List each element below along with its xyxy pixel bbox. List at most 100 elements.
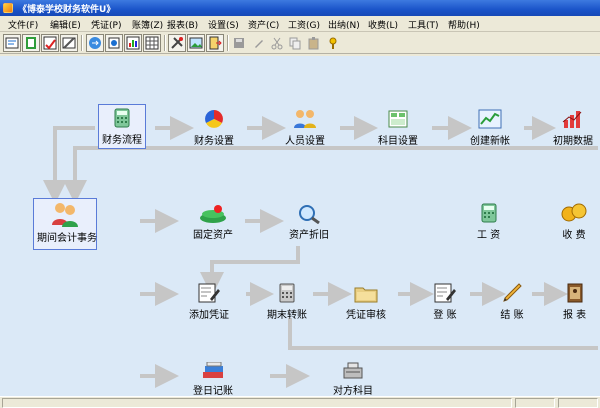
coins-icon	[561, 203, 587, 222]
audit-icon	[43, 36, 57, 50]
flow-node-finance-settings[interactable]: 财务设置	[194, 108, 234, 147]
flow-node-counter-account[interactable]: 对方科目	[333, 362, 373, 396]
flow-node-label: 登 账	[433, 310, 457, 321]
status-panel	[515, 398, 555, 408]
flow-node-label: 对方科目	[333, 386, 373, 396]
report-icon	[126, 36, 140, 50]
flow-node-label: 人员设置	[285, 136, 325, 147]
menu-bar: 文件(F) 编辑(E) 凭证(P) 账簿(Z) 报表(B) 设置(S) 资产(C…	[0, 16, 600, 32]
voucher-icon	[5, 37, 19, 49]
toolbar-voucher-button[interactable]	[3, 34, 21, 52]
flow-node-label: 凭证审核	[346, 310, 386, 321]
menu-ledger[interactable]: 账簿(Z)	[132, 18, 163, 31]
flow-node-finance-process[interactable]: 财务流程	[98, 104, 146, 149]
menu-tools[interactable]: 工具(T)	[408, 18, 439, 31]
menu-report[interactable]: 报表(B)	[167, 18, 198, 31]
flow-node-label: 财务流程	[102, 135, 142, 146]
menu-edit[interactable]: 编辑(E)	[50, 18, 81, 31]
toolbar-image-button[interactable]	[187, 34, 205, 52]
people-icon	[294, 110, 316, 128]
register-icon	[343, 362, 363, 379]
flow-node-period-accounting[interactable]: 期间会计事务	[33, 198, 97, 250]
line-chart-icon	[478, 109, 502, 129]
toolbar-cashbook-button[interactable]	[105, 34, 123, 52]
cash-stack-icon	[200, 205, 226, 223]
menu-help[interactable]: 帮助(H)	[448, 18, 480, 31]
status-panel	[558, 398, 598, 408]
toolbar-ledger-button[interactable]	[22, 34, 40, 52]
flow-node-label: 收 费	[562, 230, 586, 241]
flow-node-label: 固定资产	[193, 230, 233, 241]
flow-node-add-voucher[interactable]: 添加凭证	[189, 282, 229, 321]
flow-node-initial-data[interactable]: 初期数据	[553, 108, 593, 147]
toolbar-pen-button[interactable]	[250, 34, 268, 52]
flow-node-label: 初期数据	[553, 136, 593, 147]
pen-icon	[255, 40, 263, 48]
flow-node-fees[interactable]: 收 费	[560, 202, 588, 241]
flow-node-close-books[interactable]: 结 账	[500, 282, 524, 321]
flow-node-period-end-transfer[interactable]: 期末转账	[267, 282, 307, 321]
image-icon	[189, 37, 203, 49]
edit-document-icon	[198, 283, 220, 303]
flow-node-label: 科目设置	[378, 136, 418, 147]
flow-workspace: 财务流程 财务设置 人员设置 科目设置 创建新帐 初期数据 期间会计事务 固定资…	[0, 56, 600, 396]
help-icon	[329, 37, 337, 49]
flow-node-label: 结 账	[500, 310, 524, 321]
paste-icon	[308, 37, 319, 50]
toolbar-separator	[227, 35, 228, 51]
toolbar-post-button[interactable]	[60, 34, 78, 52]
flow-node-salary[interactable]: 工 资	[477, 202, 500, 241]
menu-fees[interactable]: 收费(L)	[368, 18, 398, 31]
toolbar-save-button[interactable]	[230, 34, 248, 52]
toolbar-help-button[interactable]	[324, 34, 342, 52]
flow-node-fixed-assets[interactable]: 固定资产	[193, 204, 233, 241]
menu-salary[interactable]: 工资(G)	[288, 18, 320, 31]
flow-node-create-books[interactable]: 创建新帐	[470, 108, 510, 147]
flow-node-label: 登日记账	[193, 386, 233, 396]
toolbar-report-button[interactable]	[124, 34, 142, 52]
calculator-icon	[114, 108, 130, 128]
tools-icon	[171, 37, 183, 49]
toolbar-separator	[81, 35, 82, 51]
menu-assets[interactable]: 资产(C)	[248, 18, 279, 31]
flow-node-asset-depreciation[interactable]: 资产折旧	[289, 204, 329, 241]
toolbar-tools-button[interactable]	[168, 34, 186, 52]
post-icon	[62, 37, 76, 49]
toolbar	[0, 32, 600, 54]
folder-icon	[354, 287, 378, 303]
title-bar: 《博泰学校财务软件U》	[0, 0, 600, 16]
flow-node-label: 报 表	[563, 310, 587, 321]
flow-node-label: 期间会计事务	[37, 233, 97, 244]
toolbar-exit-button[interactable]	[206, 34, 224, 52]
flow-node-label: 财务设置	[194, 136, 234, 147]
pie-chart-icon	[205, 110, 223, 128]
report-book-icon	[567, 283, 583, 303]
toolbar-audit-button[interactable]	[41, 34, 59, 52]
toolbar-paste-button[interactable]	[305, 34, 323, 52]
toolbar-table-button[interactable]	[143, 34, 161, 52]
app-icon	[3, 3, 13, 13]
exit-icon	[209, 36, 222, 50]
menu-file[interactable]: 文件(F)	[8, 18, 38, 31]
toolbar-cut-button[interactable]	[268, 34, 286, 52]
stacked-books-icon	[203, 362, 223, 378]
flow-node-voucher-audit[interactable]: 凭证审核	[346, 282, 386, 321]
menu-voucher[interactable]: 凭证(P)	[91, 18, 121, 31]
flow-node-post-ledger[interactable]: 登 账	[432, 282, 458, 321]
flow-node-label: 期末转账	[267, 310, 307, 321]
adding-machine-icon	[279, 283, 295, 303]
flow-node-personnel-settings[interactable]: 人员设置	[285, 108, 325, 147]
flow-node-reports[interactable]: 报 表	[563, 282, 586, 321]
table-icon	[145, 36, 159, 50]
menu-settings[interactable]: 设置(S)	[208, 18, 239, 31]
cashbook-icon	[108, 37, 120, 49]
flow-node-account-settings[interactable]: 科目设置	[378, 108, 418, 147]
toolbar-transfer-button[interactable]	[86, 34, 104, 52]
toolbar-copy-button[interactable]	[286, 34, 304, 52]
flow-node-label: 工 资	[477, 230, 501, 241]
flow-node-journal[interactable]: 登日记账	[193, 362, 233, 396]
copy-icon	[289, 37, 301, 50]
menu-cashier[interactable]: 出纳(N)	[328, 18, 360, 31]
bar-chart-icon	[562, 111, 582, 128]
users-icon	[52, 203, 78, 227]
